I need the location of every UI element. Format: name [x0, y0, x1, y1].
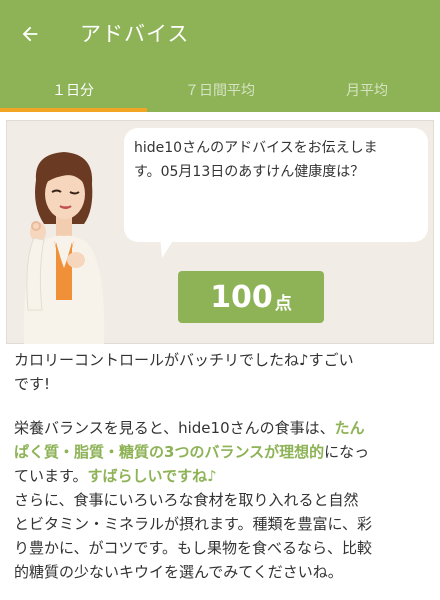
advice-line: さらに、食事にいろいろな食材を取り入れると自然 — [14, 491, 359, 509]
advice-text: カロリーコントロールがバッチリでしたね♪すごい です! 栄養バランスを見ると、h… — [14, 348, 434, 584]
speech-bubble-tail — [160, 236, 176, 258]
advice-highlight: たん — [334, 419, 365, 437]
health-score-unit: 点 — [274, 293, 292, 314]
advice-highlight: ぱく質・脂質・糖質の3つのバランスが理想的 — [14, 443, 325, 461]
health-score-value: 100 — [210, 279, 273, 315]
tab-seven-day-average[interactable]: ７日間平均 — [147, 68, 293, 112]
advisor-message: hide10さんのアドバイスをお伝えしま す。05月13日のあすけん健康度は？ — [134, 136, 422, 184]
advice-line: カロリーコントロールがバッチリでしたね♪すごい — [14, 351, 354, 369]
advice-line: ています。 — [14, 467, 88, 485]
health-score-badge: 100 点 — [178, 271, 324, 323]
advisor-message-line: す。05月13日のあすけん健康度は？ — [134, 164, 365, 180]
back-button[interactable] — [6, 10, 54, 58]
tab-monthly-average[interactable]: 月平均 — [294, 68, 440, 112]
arrow-back-icon — [22, 26, 38, 42]
app-bar: アドバイス — [0, 0, 440, 68]
advice-line: 的糖質の少ないキウイを選んでみてくださいね。 — [14, 563, 343, 581]
advice-highlight: すばらしいですね♪ — [87, 467, 217, 485]
advice-line: です! — [14, 375, 51, 393]
advice-line: り豊かに、がコツです。もし果物を食べるなら、比較 — [14, 539, 373, 557]
advisor-message-line: hide10さんのアドバイスをお伝えしま — [134, 140, 378, 156]
advice-paragraph: カロリーコントロールがバッチリでしたね♪すごい です! — [14, 348, 434, 396]
tab-indicator — [0, 108, 147, 112]
advice-paragraph: 栄養バランスを見ると、hide10さんの食事は、たん ぱく質・脂質・糖質の3つの… — [14, 416, 434, 584]
advice-line: になっ — [324, 443, 370, 461]
tab-one-day[interactable]: １日分 — [0, 68, 146, 112]
page-title: アドバイス — [80, 22, 190, 46]
advice-line: 栄養バランスを見ると、hide10さんの食事は、 — [14, 419, 335, 437]
tab-bar: １日分 ７日間平均 月平均 — [0, 68, 440, 112]
advice-line: とビタミン・ミネラルが摂れます。種類を豊富に、彩 — [14, 515, 373, 533]
advisor-avatar — [23, 152, 105, 344]
